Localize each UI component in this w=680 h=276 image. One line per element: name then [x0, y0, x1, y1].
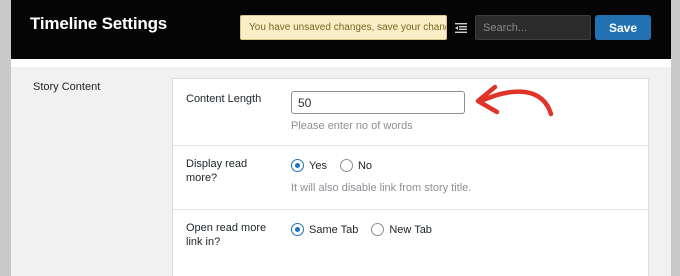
header-bar: Timeline Settings You have unsaved chang… — [11, 0, 671, 59]
page-title: Timeline Settings — [30, 14, 168, 33]
content-length-row: Content Length Please enter no of words — [173, 79, 648, 146]
settings-content: Story Content Content Length Please ente… — [11, 59, 671, 276]
radio-unchecked[interactable] — [339, 159, 353, 172]
radio-checked[interactable] — [291, 159, 304, 172]
display-read-more-row: Display read more? Yes No It will also d… — [173, 146, 648, 210]
collapse-menu-button[interactable] — [450, 15, 472, 40]
display-read-more-radios: Yes No — [291, 159, 385, 172]
open-read-more-row: Open read more link in? Same Tab New Tab — [173, 210, 648, 276]
display-read-more-yes[interactable]: Yes — [291, 159, 327, 172]
display-read-more-no[interactable]: No — [339, 159, 373, 172]
content-length-hint: Please enter no of words — [291, 120, 413, 132]
content-length-label: Content Length — [186, 93, 262, 105]
open-read-more-label: Open read more link in? — [186, 222, 267, 248]
collapse-menu-icon — [455, 22, 467, 33]
open-read-more-new-tab[interactable]: New Tab — [371, 223, 432, 236]
settings-window: Timeline Settings You have unsaved chang… — [11, 0, 671, 276]
section-label-story-content: Story Content — [33, 81, 101, 93]
unsaved-changes-notice: You have unsaved changes, save your chan… — [240, 15, 447, 40]
radio-label-yes: Yes — [309, 159, 327, 172]
open-read-more-same-tab[interactable]: Same Tab — [291, 223, 358, 236]
display-read-more-hint: It will also disable link from story tit… — [291, 182, 472, 194]
radio-label-no: No — [357, 159, 373, 172]
radio-label-new-tab: New Tab — [389, 223, 432, 236]
radio-label-same-tab: Same Tab — [309, 223, 359, 236]
search-input[interactable] — [475, 15, 591, 40]
content-length-input[interactable] — [291, 91, 465, 114]
radio-checked[interactable] — [291, 223, 304, 236]
save-button[interactable]: Save — [595, 15, 651, 40]
radio-unchecked[interactable] — [371, 223, 385, 236]
display-read-more-label: Display read more? — [186, 158, 248, 184]
annotation-arrow-icon — [475, 84, 554, 117]
story-content-panel: Content Length Please enter no of words … — [172, 78, 649, 276]
open-read-more-radios: Same Tab New Tab — [291, 223, 445, 236]
